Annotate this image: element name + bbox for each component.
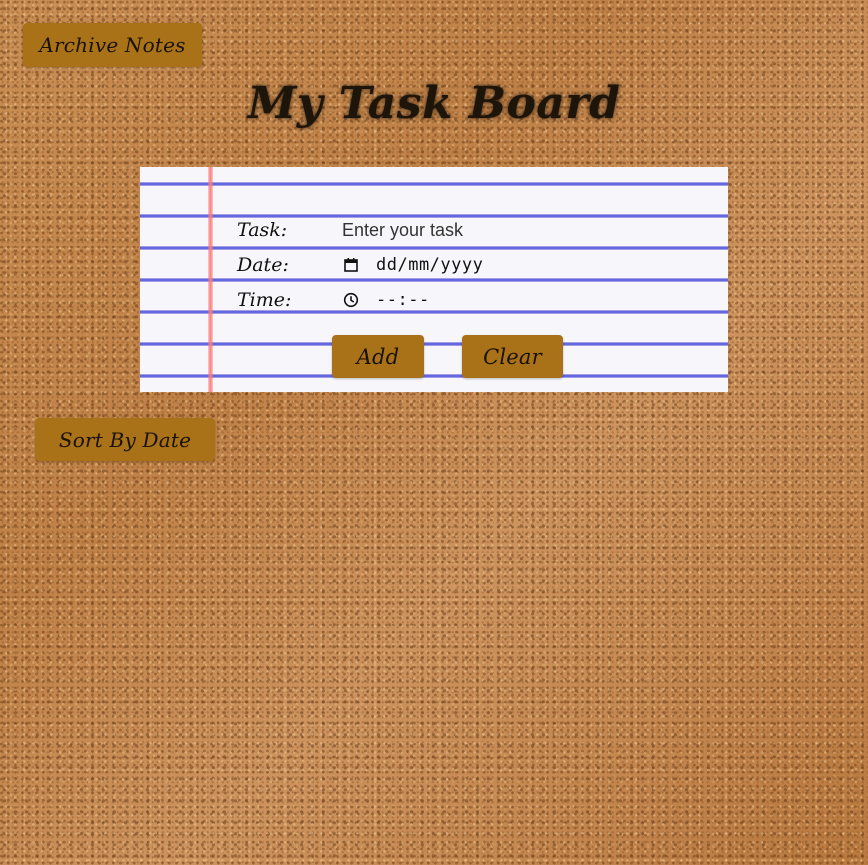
time-row: Time: --:-- (237, 289, 430, 311)
date-input[interactable]: dd/mm/yyyy (342, 255, 483, 275)
date-row: Date: dd/mm/yyyy (237, 254, 483, 276)
calendar-icon[interactable] (342, 256, 360, 274)
time-value: --:-- (376, 290, 430, 310)
task-row: Task: (237, 219, 602, 241)
archive-notes-button[interactable]: Archive Notes (23, 23, 202, 67)
clock-icon[interactable] (342, 291, 360, 309)
sort-by-date-button[interactable]: Sort By Date (35, 418, 215, 461)
task-form-panel: Task: Date: dd/mm/yyyy Time: (140, 167, 728, 392)
time-input[interactable]: --:-- (342, 290, 430, 310)
paper-margin-line (208, 167, 213, 392)
date-value: dd/mm/yyyy (376, 255, 484, 275)
task-label: Task: (237, 219, 288, 241)
time-label: Time: (237, 289, 292, 311)
page-title: My Task Board (247, 78, 621, 129)
add-task-button[interactable]: Add (332, 335, 424, 378)
clear-form-button[interactable]: Clear (462, 335, 563, 378)
task-input[interactable] (342, 219, 602, 241)
date-label: Date: (237, 254, 289, 276)
